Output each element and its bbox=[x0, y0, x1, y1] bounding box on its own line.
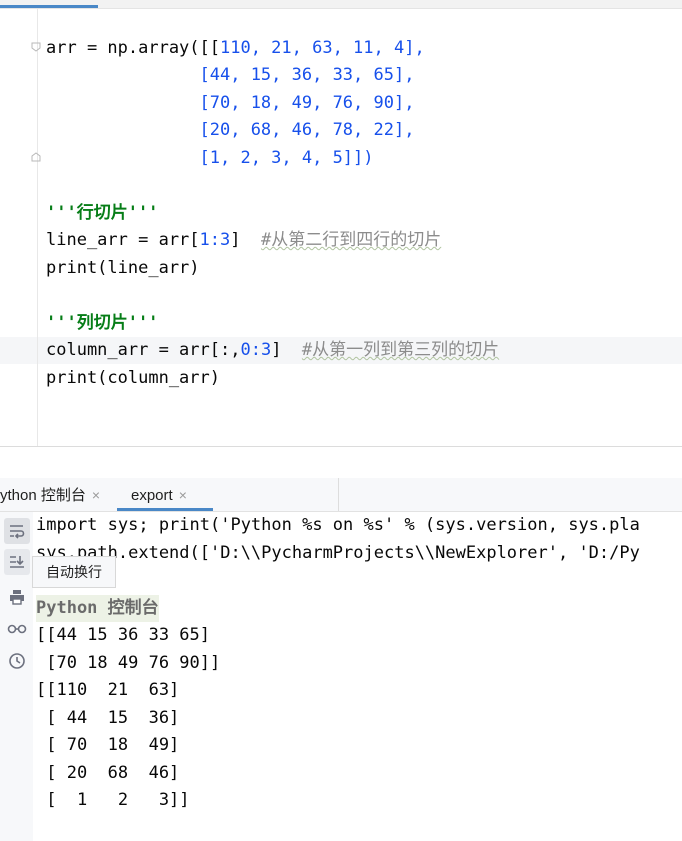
docstring-row-slice: '''行切片''' bbox=[46, 203, 159, 223]
tab-python-console[interactable]: ython 控制台 × bbox=[0, 478, 100, 511]
print-icon[interactable] bbox=[4, 584, 30, 610]
glasses-icon[interactable] bbox=[4, 615, 30, 641]
console-line: [[44 15 36 33 65] bbox=[36, 625, 210, 645]
active-tab-indicator bbox=[117, 508, 213, 511]
scroll-to-end-icon[interactable] bbox=[4, 549, 30, 575]
code-line-print-column-arr: print(column_arr) bbox=[46, 368, 220, 388]
code-line-5: [1, 2, 3, 4, 5]]) bbox=[46, 148, 374, 168]
code-line-line-arr: line_arr = arr[1:3] #从第二行到四行的切片 bbox=[46, 230, 442, 250]
console-line: [70 18 49 76 90]] bbox=[36, 653, 221, 673]
code-line-4: [20, 68, 46, 78, 22], bbox=[46, 120, 415, 140]
console-line: [ 20 68 46] bbox=[36, 763, 180, 783]
tab-label: ython 控制台 bbox=[0, 487, 86, 504]
clock-icon[interactable] bbox=[4, 648, 30, 674]
soft-wrap-icon[interactable] bbox=[4, 518, 30, 544]
editor-tab-strip bbox=[0, 0, 682, 9]
console-line: [ 1 2 3]] bbox=[36, 790, 190, 810]
tab-label: export bbox=[131, 487, 173, 504]
console-line: [ 70 18 49] bbox=[36, 735, 180, 755]
tab-export[interactable]: export × bbox=[131, 478, 187, 511]
code-editor[interactable]: arr = np.array([[110, 21, 63, 11, 4], [4… bbox=[0, 0, 682, 446]
close-icon[interactable]: × bbox=[179, 487, 187, 503]
soft-wrap-tooltip: 自动换行 bbox=[32, 556, 116, 588]
fold-marker-icon[interactable] bbox=[31, 42, 41, 52]
console-line: [ 44 15 36] bbox=[36, 708, 180, 728]
fold-end-marker-icon[interactable] bbox=[31, 152, 41, 162]
gutter-divider bbox=[37, 9, 38, 446]
docstring-column-slice: '''列切片''' bbox=[46, 313, 159, 333]
console-line: import sys; print('Python %s on %s' % (s… bbox=[36, 515, 640, 535]
console-toolbar bbox=[0, 512, 33, 841]
console-line: [[110 21 63] bbox=[36, 680, 180, 700]
code-line-1: arr = np.array([[110, 21, 63, 11, 4], bbox=[46, 38, 425, 58]
code-line-column-arr: column_arr = arr[:,0:3] #从第一列到第三列的切片 bbox=[46, 340, 500, 360]
console-line: sys.path.extend(['D:\\PycharmProjects\\N… bbox=[36, 543, 640, 563]
code-line-2: [44, 15, 36, 33, 65], bbox=[46, 65, 415, 85]
close-icon[interactable]: × bbox=[92, 487, 100, 503]
run-tab-bar: ython 控制台 × export × bbox=[0, 478, 682, 512]
editor-divider bbox=[0, 446, 682, 447]
tab-separator bbox=[338, 478, 339, 511]
active-editor-tab-indicator bbox=[0, 5, 98, 8]
console-output[interactable]: import sys; print('Python %s on %s' % (s… bbox=[36, 512, 682, 841]
console-title: Python 控制台 bbox=[36, 595, 159, 622]
code-line-3: [70, 18, 49, 76, 90], bbox=[46, 93, 415, 113]
code-line-print-line-arr: print(line_arr) bbox=[46, 258, 200, 278]
